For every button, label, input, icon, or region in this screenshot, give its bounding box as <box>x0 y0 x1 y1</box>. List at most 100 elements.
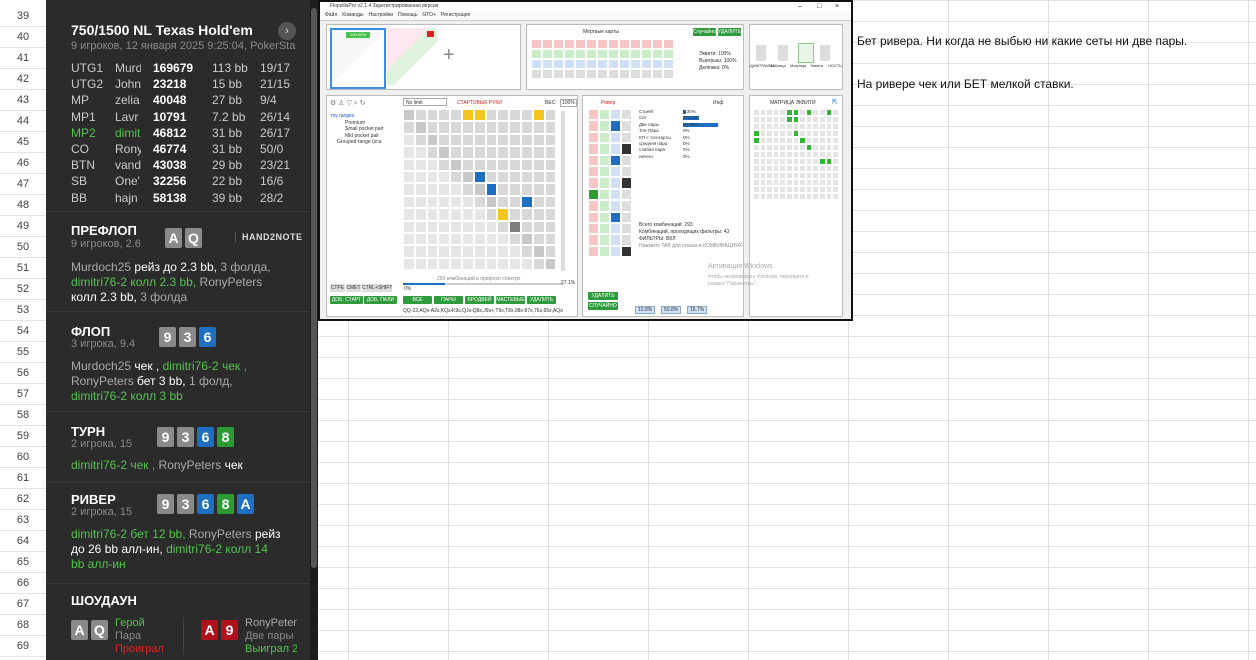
range-cell[interactable] <box>450 220 462 233</box>
seat-name[interactable]: hajn <box>115 191 141 205</box>
dead-card-cell[interactable] <box>564 59 575 69</box>
row-number[interactable]: 62 <box>0 489 46 510</box>
equity-cell[interactable] <box>772 158 780 165</box>
range-cell[interactable] <box>509 257 521 271</box>
equity-cell[interactable] <box>832 151 839 158</box>
equity-cell[interactable] <box>805 137 813 144</box>
range-cell[interactable] <box>403 183 415 196</box>
equity-cell[interactable] <box>812 172 819 179</box>
equity-cell[interactable] <box>779 137 786 144</box>
equity-cell[interactable] <box>766 158 773 165</box>
stat-row[interactable]: Стрейт 5.30% <box>639 109 739 115</box>
equity-cell[interactable] <box>753 116 760 123</box>
board-card-cell[interactable] <box>599 211 610 223</box>
range-cell[interactable] <box>461 245 474 258</box>
equity-cell[interactable] <box>825 193 833 200</box>
equity-cell[interactable] <box>825 165 833 172</box>
range-cell[interactable] <box>485 170 498 184</box>
dead-card-cell[interactable] <box>564 69 575 79</box>
equity-cell[interactable] <box>779 144 786 151</box>
dead-card-cell[interactable] <box>630 49 641 59</box>
dead-card-cell[interactable] <box>630 59 641 69</box>
equity-cell[interactable] <box>799 144 806 151</box>
delete-board-button[interactable]: УДАЛИТЬ <box>588 292 618 300</box>
range-cell[interactable] <box>485 121 498 134</box>
row-number[interactable]: 54 <box>0 321 46 342</box>
row-number[interactable]: 67 <box>0 594 46 615</box>
range-cell[interactable] <box>485 220 498 233</box>
equity-cell[interactable] <box>772 130 780 137</box>
row-number[interactable]: 57 <box>0 384 46 405</box>
range-cell[interactable] <box>403 133 415 147</box>
equity-cell[interactable] <box>825 116 833 123</box>
row-number[interactable]: 49 <box>0 216 46 237</box>
dead-card-cell[interactable] <box>542 49 553 59</box>
equity-cell[interactable] <box>805 172 813 179</box>
equity-cell[interactable] <box>818 130 826 137</box>
range-cell[interactable] <box>473 170 486 184</box>
row-number[interactable]: 39 <box>0 6 46 27</box>
board-card-cell[interactable] <box>599 109 610 121</box>
range-cell[interactable] <box>414 109 427 122</box>
equity-cell[interactable] <box>753 123 760 130</box>
equity-cell[interactable] <box>832 137 839 144</box>
dead-card-cell[interactable] <box>542 39 553 49</box>
stat-row[interactable]: Сет 27.91% <box>639 115 739 121</box>
equity-cell[interactable] <box>812 116 819 123</box>
board-card-cell[interactable] <box>599 245 610 258</box>
equity-cell[interactable] <box>759 193 767 200</box>
range-cell[interactable] <box>532 183 545 196</box>
equity-cell[interactable] <box>818 179 826 186</box>
range-cell[interactable] <box>544 245 557 258</box>
equity-cell[interactable] <box>753 130 760 137</box>
range-cell[interactable] <box>509 121 521 134</box>
row-number[interactable]: 64 <box>0 531 46 552</box>
range-cell[interactable] <box>532 232 545 246</box>
equity-matrix-grid[interactable] <box>753 109 839 200</box>
equity-cell[interactable] <box>759 130 767 137</box>
range-cell[interactable] <box>403 195 415 209</box>
range-cell[interactable] <box>532 195 545 209</box>
equity-cell[interactable] <box>825 186 833 193</box>
range-cell[interactable] <box>403 109 415 122</box>
filters-state[interactable]: ФИЛЬТРЫ: ВКЛ <box>639 236 742 243</box>
range-cell[interactable] <box>520 208 533 221</box>
equity-cell[interactable] <box>812 186 819 193</box>
equity-cell[interactable] <box>766 165 773 172</box>
equity-cell[interactable] <box>772 151 780 158</box>
equity-cell[interactable] <box>825 144 833 151</box>
range-cell[interactable] <box>438 109 451 122</box>
equity-cell[interactable] <box>818 109 826 116</box>
seat-name[interactable]: Murdoch25 <box>115 61 141 75</box>
equity-cell[interactable] <box>812 144 819 151</box>
chevron-right-icon[interactable]: › <box>278 22 296 40</box>
equity-cell[interactable] <box>818 123 826 130</box>
equity-cell[interactable] <box>812 109 819 116</box>
dead-card-cell[interactable] <box>597 39 608 49</box>
menu-item[interactable]: Регистрация <box>441 12 470 18</box>
range-cell[interactable] <box>473 257 486 271</box>
equity-cell[interactable] <box>766 130 773 137</box>
equity-cell[interactable] <box>805 116 813 123</box>
dead-card-cell[interactable] <box>608 39 619 49</box>
row-number[interactable]: 47 <box>0 174 46 195</box>
dead-card-cell[interactable] <box>564 39 575 49</box>
equity-cell[interactable] <box>785 116 793 123</box>
equity-cell[interactable] <box>785 158 793 165</box>
range-cell[interactable] <box>485 158 498 171</box>
dead-card-cell[interactable] <box>586 69 597 79</box>
range-cell[interactable] <box>509 208 521 221</box>
range-cell[interactable] <box>497 121 510 134</box>
board-card-cell[interactable] <box>621 211 632 223</box>
panel-scrollbar[interactable] <box>310 0 318 660</box>
board-card-cell[interactable] <box>599 165 610 178</box>
range-matrix[interactable] <box>403 109 557 271</box>
range-cell[interactable] <box>461 158 474 171</box>
range-cell[interactable] <box>497 109 510 122</box>
range-cell[interactable] <box>544 146 557 159</box>
range-cell[interactable] <box>450 232 462 246</box>
range-cell[interactable] <box>520 257 533 271</box>
equity-cell[interactable] <box>759 172 767 179</box>
range-cell[interactable] <box>426 170 439 184</box>
range-cell[interactable] <box>461 208 474 221</box>
